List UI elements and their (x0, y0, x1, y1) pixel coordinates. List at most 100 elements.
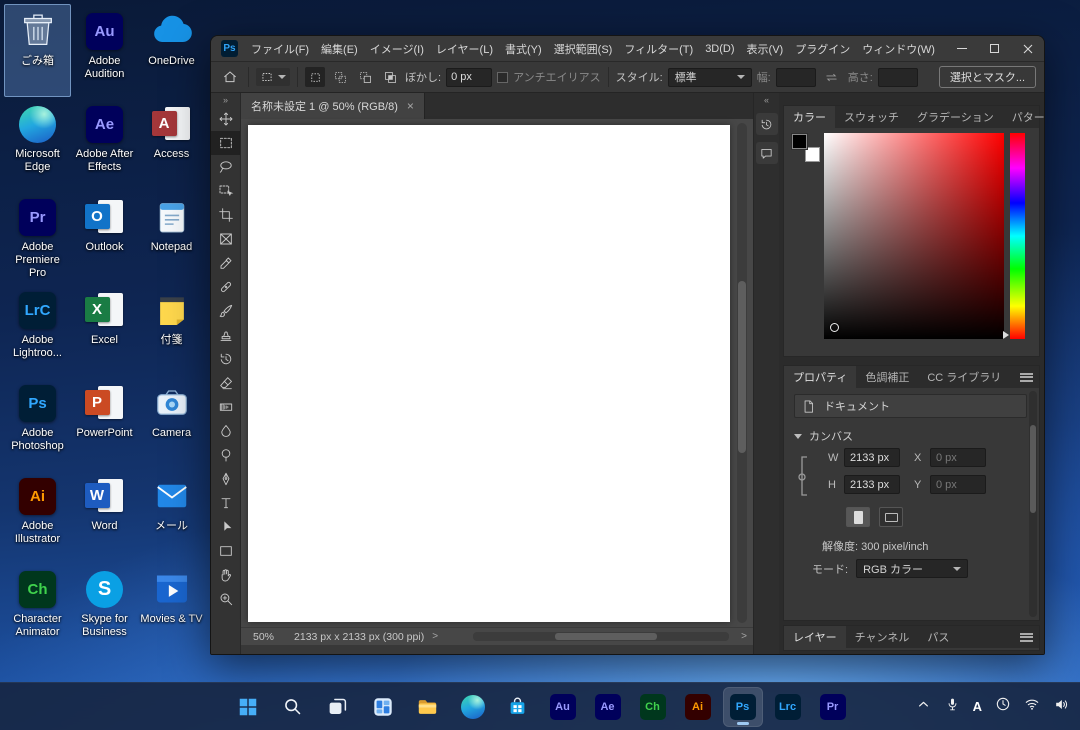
desktop-icon-skype-for-business[interactable]: SSkype for Business (71, 562, 138, 655)
hand-tool[interactable] (211, 563, 240, 587)
horizontal-scrollbar[interactable] (473, 632, 729, 641)
maximize-button[interactable] (978, 36, 1011, 61)
taskbar-start[interactable] (228, 687, 268, 727)
comments-panel-icon[interactable] (756, 142, 778, 164)
rectangular-marquee-tool[interactable] (211, 131, 240, 155)
spot-healing-brush-tool[interactable] (211, 275, 240, 299)
saturation-brightness-field[interactable] (824, 133, 1004, 339)
width-input[interactable] (776, 68, 816, 87)
style-select[interactable]: 標準 (668, 68, 752, 87)
desktop-icon-character-animator[interactable]: ChCharacter Animator (4, 562, 71, 655)
minimize-button[interactable] (945, 36, 978, 61)
select-and-mask-button[interactable]: 選択とマスク... (939, 66, 1036, 88)
taskbar-task-view[interactable] (318, 687, 358, 727)
expand-panels-icon[interactable]: « (764, 93, 769, 106)
zoom-tool[interactable] (211, 587, 240, 611)
color-panel-tab[interactable]: グラデーション (908, 106, 1003, 128)
taskbar-microsoft-edge[interactable] (453, 687, 493, 727)
canvas-section-header[interactable]: カンバス (794, 428, 853, 444)
vertical-scrollbar-thumb[interactable] (738, 281, 746, 453)
microphone-icon[interactable] (945, 697, 960, 717)
layers-panel-menu-icon[interactable] (1020, 626, 1039, 648)
desktop-icon-movies-tv[interactable]: Movies & TV (138, 562, 205, 655)
portrait-orientation-button[interactable] (846, 507, 870, 527)
desktop-icon-sticky-notes[interactable]: 付箋 (138, 283, 205, 376)
brush-tool[interactable] (211, 299, 240, 323)
height-input[interactable] (844, 475, 900, 494)
desktop-icon-adobe-after-effects[interactable]: AeAdobe After Effects (71, 97, 138, 190)
ime-mode-icon[interactable]: A (973, 698, 982, 716)
history-brush-tool[interactable] (211, 347, 240, 371)
desktop-icon-mail[interactable]: メール (138, 469, 205, 562)
desktop-icon-outlook[interactable]: OOutlook (71, 190, 138, 283)
taskbar-adobe-photoshop[interactable]: Ps (723, 687, 763, 727)
color-panel-tab[interactable]: スウォッチ (835, 106, 908, 128)
desktop-icon-adobe-illustrator[interactable]: AiAdobe Illustrator (4, 469, 71, 562)
add-to-selection-icon[interactable] (330, 67, 350, 87)
history-panel-icon[interactable] (756, 113, 778, 135)
menu-plugins[interactable]: プラグイン (789, 41, 856, 57)
properties-scrollbar[interactable] (1029, 391, 1037, 617)
rectangle-tool[interactable] (211, 539, 240, 563)
desktop-icon-adobe-photoshop[interactable]: PsAdobe Photoshop (4, 376, 71, 469)
vertical-scrollbar[interactable] (737, 123, 747, 623)
taskbar-file-explorer[interactable] (408, 687, 448, 727)
document-canvas[interactable] (248, 125, 730, 622)
object-selection-tool[interactable] (211, 179, 240, 203)
lasso-tool[interactable] (211, 155, 240, 179)
desktop-icon-onedrive[interactable]: OneDrive (138, 4, 205, 97)
wifi-icon[interactable] (1024, 696, 1040, 717)
document-properties-row[interactable]: ドキュメント (794, 394, 1027, 418)
blur-tool[interactable] (211, 419, 240, 443)
desktop-icon-adobe-premiere-pro[interactable]: PrAdobe Premiere Pro (4, 190, 71, 283)
clone-stamp-tool[interactable] (211, 323, 240, 347)
color-picker-cursor[interactable] (830, 323, 839, 332)
home-icon[interactable] (219, 66, 241, 88)
swap-dimensions-icon[interactable] (821, 66, 843, 88)
layers-panel-tab[interactable]: レイヤー (784, 626, 846, 648)
hue-slider[interactable] (1010, 133, 1025, 339)
x-input[interactable] (930, 448, 986, 467)
new-selection-icon[interactable] (305, 67, 325, 87)
taskbar-search[interactable] (273, 687, 313, 727)
menu-file[interactable]: ファイル(F) (245, 41, 315, 57)
menu-image[interactable]: イメージ(I) (364, 41, 430, 57)
antialias-checkbox[interactable]: アンチエイリアス (497, 69, 601, 85)
close-button[interactable] (1011, 36, 1044, 61)
desktop-icon-microsoft-edge[interactable]: Microsoft Edge (4, 97, 71, 190)
taskbar-adobe-illustrator[interactable]: Ai (678, 687, 718, 727)
taskbar-microsoft-store[interactable] (498, 687, 538, 727)
menu-3d[interactable]: 3D(D) (699, 43, 740, 55)
layers-panel-tab[interactable]: パス (918, 626, 958, 648)
move-tool[interactable] (211, 107, 240, 131)
pen-tool[interactable] (211, 467, 240, 491)
desktop-icon-access[interactable]: AAccess (138, 97, 205, 190)
volume-icon[interactable] (1053, 696, 1070, 718)
taskbar-character-animator[interactable]: Ch (633, 687, 673, 727)
status-chevron-icon[interactable]: > (432, 631, 438, 642)
type-tool[interactable] (211, 491, 240, 515)
menu-type[interactable]: 書式(Y) (499, 41, 548, 57)
desktop-icon-powerpoint[interactable]: PPowerPoint (71, 376, 138, 469)
path-selection-tool[interactable] (211, 515, 240, 539)
desktop-icon-notepad[interactable]: Notepad (138, 190, 205, 283)
height-input[interactable] (878, 68, 918, 87)
layers-panel-tab[interactable]: チャンネル (846, 626, 919, 648)
taskbar-adobe-audition[interactable]: Au (543, 687, 583, 727)
desktop-icon-word[interactable]: WWord (71, 469, 138, 562)
collapse-toolbar-icon[interactable]: » (211, 93, 240, 106)
horizontal-scrollbar-thumb[interactable] (555, 633, 657, 640)
color-panel-tab[interactable]: パターン (1003, 106, 1045, 128)
status-end-chevron-icon[interactable]: > (741, 631, 747, 642)
menu-layer[interactable]: レイヤー(L) (430, 41, 499, 57)
desktop-icon-camera[interactable]: Camera (138, 376, 205, 469)
properties-panel-tab[interactable]: 色調補正 (856, 366, 918, 388)
properties-scrollbar-thumb[interactable] (1030, 425, 1036, 513)
foreground-background-swatches[interactable] (792, 134, 820, 162)
link-dimensions-icon[interactable] (796, 450, 810, 505)
taskbar-widgets[interactable] (363, 687, 403, 727)
properties-panel-tab[interactable]: プロパティ (784, 366, 856, 388)
desktop-icon-adobe-lightroom-classic[interactable]: LrCAdobe Lightroo... (4, 283, 71, 376)
properties-panel-tab[interactable]: CC ライブラリ (918, 366, 1010, 388)
document-tab[interactable]: 名称未設定 1 @ 50% (RGB/8) × (241, 93, 425, 119)
